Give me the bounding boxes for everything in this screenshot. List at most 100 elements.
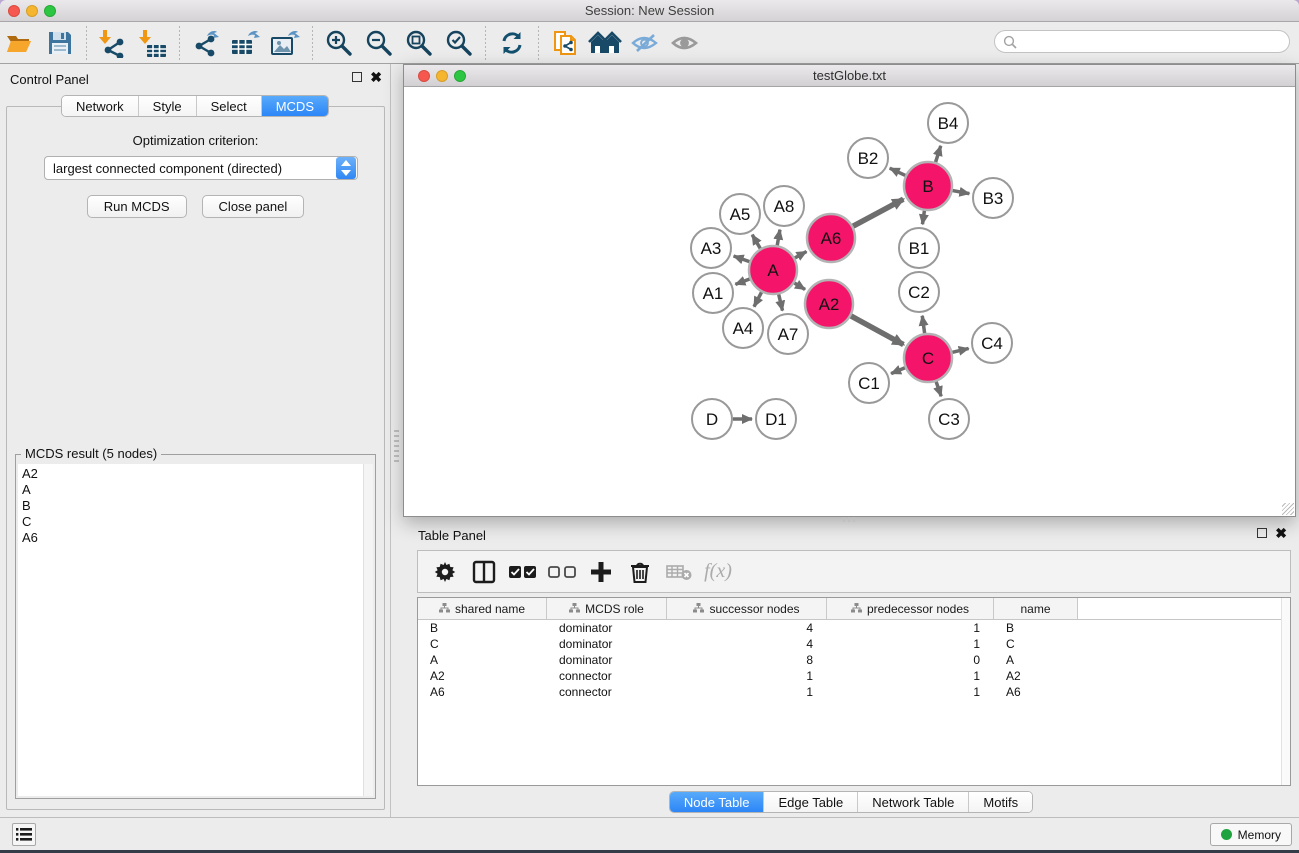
cell-predecessor-nodes[interactable]: 1 [827, 637, 994, 651]
cell-successor-nodes[interactable]: 1 [667, 685, 827, 699]
graph-node-A6[interactable]: A6 [807, 214, 855, 262]
network-graph[interactable]: B4B2BB3A5A8A6B1A3AC2A1A2A4A7C4CC1DD1C3 [404, 87, 1295, 516]
graph-edge-C-C4[interactable] [952, 348, 968, 352]
graph-edge-C-C1[interactable] [891, 368, 905, 374]
graph-edge-C-C3[interactable] [936, 382, 941, 397]
tab-motifs[interactable]: Motifs [968, 792, 1032, 812]
graph-node-C2[interactable]: C2 [899, 272, 939, 312]
zoom-fit-icon[interactable] [402, 27, 436, 59]
cell-name[interactable]: C [994, 637, 1078, 651]
show-all-networks-icon[interactable] [588, 27, 622, 59]
graph-node-B3[interactable]: B3 [973, 178, 1013, 218]
cell-MCDS-role[interactable]: connector [547, 685, 667, 699]
close-panel-icon[interactable]: ✖ [370, 72, 382, 82]
tab-edge-table[interactable]: Edge Table [763, 792, 857, 812]
result-item[interactable]: A2 [22, 466, 363, 482]
cell-MCDS-role[interactable]: connector [547, 669, 667, 683]
export-network-icon[interactable] [189, 27, 223, 59]
open-file-icon[interactable] [3, 27, 37, 59]
graph-node-B2[interactable]: B2 [848, 138, 888, 178]
cell-predecessor-nodes[interactable]: 0 [827, 653, 994, 667]
cell-predecessor-nodes[interactable]: 1 [827, 621, 994, 635]
tab-select[interactable]: Select [196, 96, 261, 116]
graph-node-C3[interactable]: C3 [929, 399, 969, 439]
cell-shared-name[interactable]: A6 [418, 685, 547, 699]
graph-edge-B-B2[interactable] [890, 168, 906, 175]
cell-shared-name[interactable]: A2 [418, 669, 547, 683]
tab-network-table[interactable]: Network Table [857, 792, 968, 812]
graph-edge-A-A3[interactable] [734, 256, 750, 262]
table-row[interactable]: A2connector11A2 [418, 668, 1290, 684]
close-panel-button[interactable]: Close panel [202, 195, 305, 218]
result-item[interactable]: B [22, 498, 363, 514]
graph-node-A3[interactable]: A3 [691, 228, 731, 268]
cell-name[interactable]: A6 [994, 685, 1078, 699]
graph-node-A5[interactable]: A5 [720, 194, 760, 234]
show-panel-icon[interactable] [668, 27, 702, 59]
zoom-out-icon[interactable] [362, 27, 396, 59]
column-header-name[interactable]: name [994, 598, 1078, 619]
graph-node-C[interactable]: C [904, 334, 952, 382]
search-field[interactable] [994, 30, 1290, 53]
cell-name[interactable]: A [994, 653, 1078, 667]
save-session-icon[interactable] [43, 27, 77, 59]
function-builder-icon[interactable]: f(x) [703, 557, 733, 587]
graph-node-D1[interactable]: D1 [756, 399, 796, 439]
graph-node-C4[interactable]: C4 [972, 323, 1012, 363]
column-header-MCDS-role[interactable]: MCDS role [547, 598, 667, 619]
graph-edge-A-A7[interactable] [779, 294, 783, 310]
cell-name[interactable]: B [994, 621, 1078, 635]
export-table-icon[interactable] [229, 27, 263, 59]
tab-mcds[interactable]: MCDS [261, 96, 328, 116]
graph-node-A[interactable]: A [749, 246, 797, 294]
deselect-all-icon[interactable] [547, 557, 577, 587]
mcds-result-list[interactable]: A2ABCA6 [18, 464, 363, 796]
export-image-icon[interactable] [269, 27, 303, 59]
result-item[interactable]: A [22, 482, 363, 498]
graph-node-B[interactable]: B [904, 162, 952, 210]
cell-MCDS-role[interactable]: dominator [547, 637, 667, 651]
graph-node-C1[interactable]: C1 [849, 363, 889, 403]
graph-edge-A-A8[interactable] [777, 230, 780, 246]
graph-edge-A2-C[interactable] [851, 316, 903, 345]
graph-node-D[interactable]: D [692, 399, 732, 439]
cell-MCDS-role[interactable]: dominator [547, 621, 667, 635]
graph-node-A4[interactable]: A4 [723, 308, 763, 348]
memory-button[interactable]: Memory [1210, 823, 1292, 846]
result-item[interactable]: C [22, 514, 363, 530]
table-row[interactable]: Bdominator41B [418, 620, 1290, 636]
network-canvas[interactable]: B4B2BB3A5A8A6B1A3AC2A1A2A4A7C4CC1DD1C3 [404, 87, 1295, 516]
run-mcds-button[interactable]: Run MCDS [87, 195, 187, 218]
graph-edge-C-C2[interactable] [922, 316, 924, 333]
graph-edge-B-B4[interactable] [936, 146, 941, 162]
table-row[interactable]: Adominator80A [418, 652, 1290, 668]
tab-style[interactable]: Style [138, 96, 196, 116]
cell-shared-name[interactable]: A [418, 653, 547, 667]
zoom-selected-icon[interactable] [442, 27, 476, 59]
delete-column-icon[interactable] [664, 557, 694, 587]
result-scrollbar[interactable] [363, 464, 373, 796]
graph-edge-B-B1[interactable] [922, 211, 924, 225]
delete-rows-icon[interactable] [625, 557, 655, 587]
graph-edge-A-A5[interactable] [752, 235, 760, 249]
import-table-icon[interactable] [136, 27, 170, 59]
cell-shared-name[interactable]: C [418, 637, 547, 651]
search-input[interactable] [1021, 35, 1289, 49]
graph-edge-A-A4[interactable] [754, 292, 761, 306]
table-float-panel-icon[interactable] [1257, 528, 1267, 538]
cell-name[interactable]: A2 [994, 669, 1078, 683]
add-column-icon[interactable] [586, 557, 616, 587]
column-header-shared-name[interactable]: shared name [418, 598, 547, 619]
graph-node-B1[interactable]: B1 [899, 228, 939, 268]
cell-successor-nodes[interactable]: 4 [667, 637, 827, 651]
task-history-button[interactable] [12, 823, 36, 846]
cell-successor-nodes[interactable]: 8 [667, 653, 827, 667]
select-all-icon[interactable] [508, 557, 538, 587]
graph-node-A8[interactable]: A8 [764, 186, 804, 226]
window-resize-handle[interactable] [1282, 503, 1294, 515]
settings-gear-icon[interactable] [430, 557, 460, 587]
import-network-icon[interactable] [96, 27, 130, 59]
cell-predecessor-nodes[interactable]: 1 [827, 669, 994, 683]
column-header-successor-nodes[interactable]: successor nodes [667, 598, 827, 619]
result-item[interactable]: A6 [22, 530, 363, 546]
